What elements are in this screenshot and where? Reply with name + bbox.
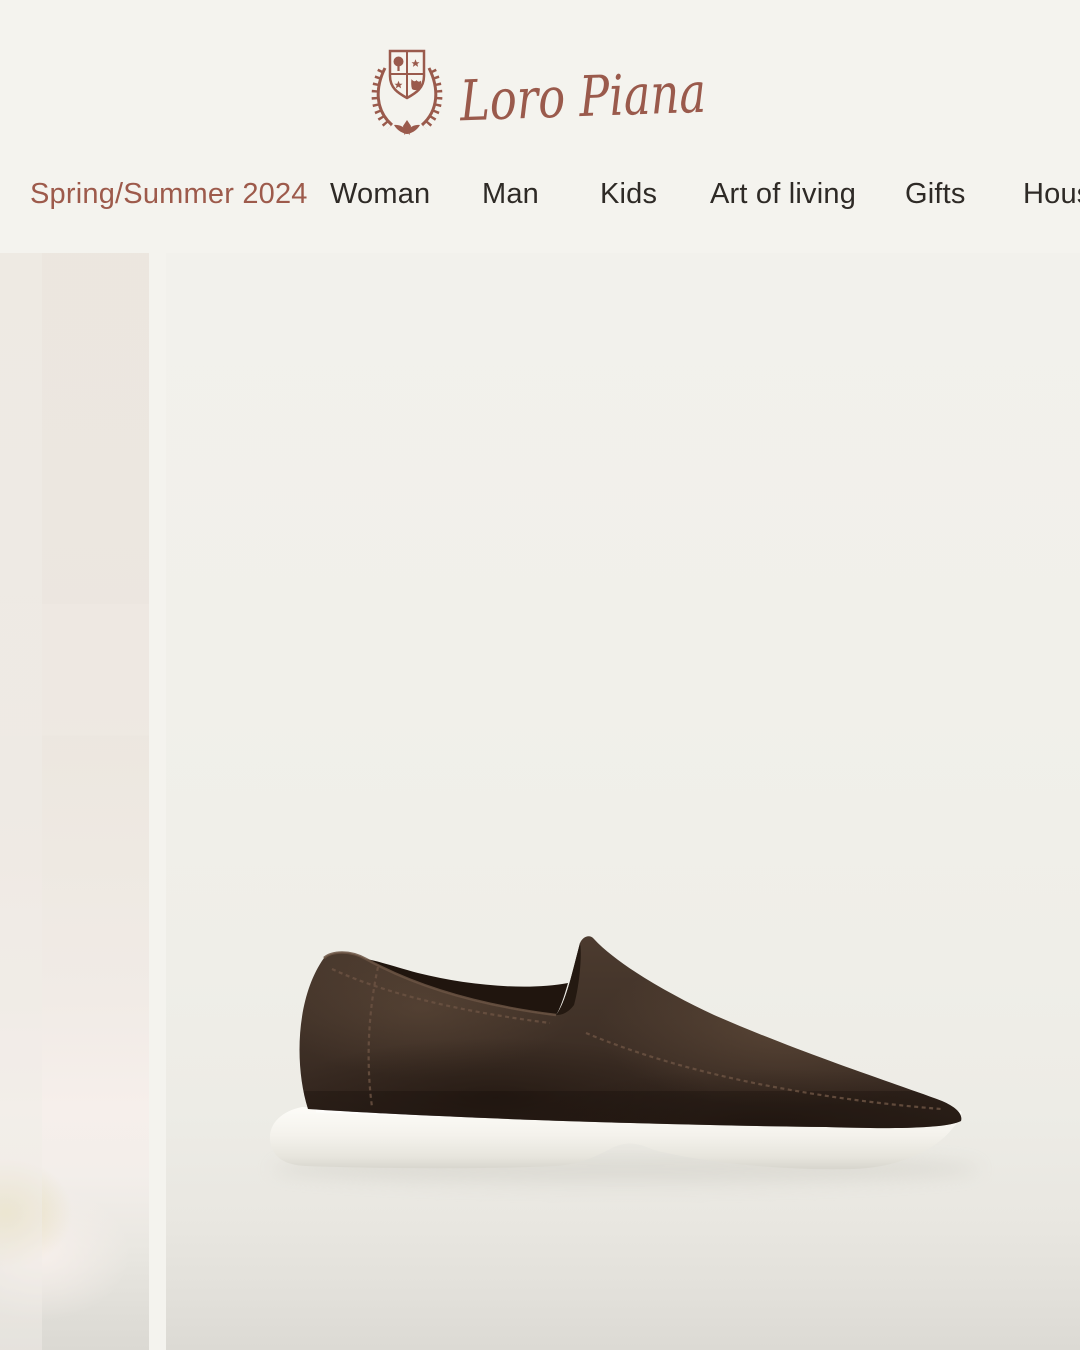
site-header: Loro Piana Spring/Summer 2024 Woman Man … [0,0,1080,253]
nav-item-kids[interactable]: Kids [600,177,657,211]
nav-item-gifts[interactable]: Gifts [905,177,966,211]
svg-text:Loro Piana: Loro Piana [458,61,707,135]
main-nav: Spring/Summer 2024 Woman Man Kids Art of… [0,177,1080,217]
product-image-main[interactable] [166,253,1080,1350]
nav-item-woman[interactable]: Woman [330,177,430,211]
nav-item-spring-summer-2024[interactable]: Spring/Summer 2024 [30,177,308,211]
nav-item-art-of-living[interactable]: Art of living [710,177,856,211]
product-image-previous[interactable] [0,253,149,1350]
nav-item-man[interactable]: Man [482,177,539,211]
brand-wordmark: Loro Piana [458,56,710,142]
brand-logo[interactable]: Loro Piana [0,44,1080,142]
loafer-illustration [166,253,1080,1350]
nav-item-house[interactable]: House [1023,177,1080,211]
loro-piana-crest-icon [371,46,443,140]
